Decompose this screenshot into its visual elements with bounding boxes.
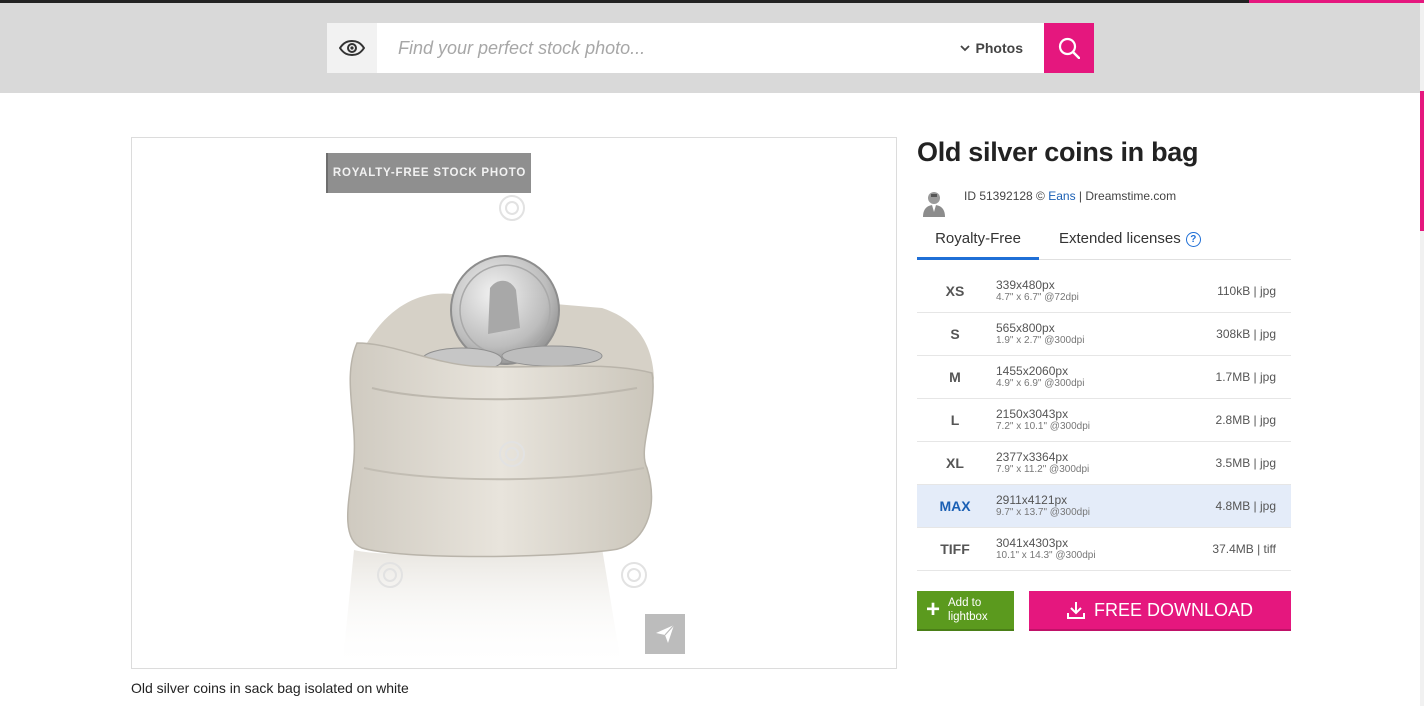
size-code: TIFF — [940, 541, 970, 557]
photo-preview[interactable]: ROYALTY-FREE STOCK PHOTO — [131, 137, 897, 669]
size-code: L — [950, 412, 960, 428]
size-pixels: 2150x3043px — [996, 407, 1069, 421]
site-name-text: | Dreamstime.com — [1075, 189, 1177, 203]
author-avatar-icon[interactable] — [921, 190, 947, 218]
author-link[interactable]: Eans — [1048, 189, 1075, 203]
add-to-lightbox-label-line2: lightbox — [948, 611, 988, 623]
size-print-dimensions: 7.2" x 10.1" @300dpi — [996, 421, 1090, 432]
search-input[interactable] — [377, 23, 960, 73]
size-file-info: 2.8MB | jpg — [1215, 413, 1276, 427]
search-button[interactable] — [1044, 23, 1094, 73]
search-type-dropdown[interactable]: Photos — [959, 23, 1044, 73]
search-type-label: Photos — [975, 40, 1023, 56]
download-icon — [1066, 602, 1085, 619]
photo-caption: Old silver coins in sack bag isolated on… — [131, 680, 409, 696]
scrollbar-thumb[interactable] — [1420, 91, 1424, 231]
tab-extended-licenses-label: Extended licenses — [1059, 230, 1181, 247]
site-header: Photos — [0, 3, 1424, 93]
size-print-dimensions: 4.7" x 6.7" @72dpi — [996, 292, 1079, 303]
share-button[interactable] — [645, 614, 685, 654]
plus-icon: + — [926, 596, 941, 623]
search-icon — [1058, 37, 1080, 59]
size-option-max[interactable]: MAX 2911x4121px 9.7" x 13.7" @300dpi 4.8… — [917, 485, 1291, 528]
tab-extended-licenses[interactable]: Extended licenses ? — [1059, 224, 1201, 260]
free-download-button[interactable]: FREE DOWNLOAD — [1029, 591, 1291, 631]
size-pixels: 565x800px — [996, 321, 1055, 335]
page-scrollbar[interactable] — [1420, 3, 1424, 706]
add-to-lightbox-label: Add to lightbox — [948, 596, 988, 624]
size-file-info: 3.5MB | jpg — [1215, 456, 1276, 470]
eye-icon — [339, 40, 365, 56]
size-print-dimensions: 10.1" x 14.3" @300dpi — [996, 550, 1096, 561]
size-option-xl[interactable]: XL 2377x3364px 7.9" x 11.2" @300dpi 3.5M… — [917, 442, 1291, 485]
size-code: XL — [946, 455, 964, 471]
size-pixels: 2911x4121px — [996, 493, 1068, 507]
size-code: XS — [945, 283, 965, 299]
image-id-line: ID 51392128 © Eans | Dreamstime.com — [964, 189, 1176, 203]
size-file-info: 37.4MB | tiff — [1212, 542, 1276, 556]
license-tabs: Royalty-Free Extended licenses ? — [917, 224, 1291, 260]
paper-plane-icon — [656, 624, 675, 643]
size-pixels: 1455x2060px — [996, 364, 1069, 378]
size-print-dimensions: 7.9" x 11.2" @300dpi — [996, 464, 1090, 475]
free-download-label: FREE DOWNLOAD — [1093, 599, 1253, 620]
size-code: MAX — [939, 498, 971, 514]
add-to-lightbox-button[interactable]: + Add to lightbox — [917, 591, 1014, 631]
size-code: M — [949, 369, 961, 385]
size-option-l[interactable]: L 2150x3043px 7.2" x 10.1" @300dpi 2.8MB… — [917, 399, 1291, 442]
image-id-text: ID 51392128 © — [964, 189, 1049, 203]
size-pixels: 3041x4303px — [996, 536, 1069, 550]
chevron-down-icon — [959, 44, 970, 51]
size-option-m[interactable]: M 1455x2060px 4.9" x 6.9" @300dpi 1.7MB … — [917, 356, 1291, 399]
size-pixels: 339x480px — [996, 278, 1055, 292]
size-print-dimensions: 4.9" x 6.9" @300dpi — [996, 378, 1085, 389]
size-code: S — [950, 326, 960, 342]
size-pixels: 2377x3364px — [996, 450, 1069, 464]
visual-search-button[interactable] — [327, 23, 377, 73]
search-bar: Photos — [327, 23, 1094, 73]
size-option-xs[interactable]: XS 339x480px 4.7" x 6.7" @72dpi 110kB | … — [917, 270, 1291, 313]
size-options-list: XS 339x480px 4.7" x 6.7" @72dpi 110kB | … — [917, 270, 1291, 571]
help-icon[interactable]: ? — [1185, 232, 1201, 247]
page-title: Old silver coins in bag — [917, 137, 1199, 167]
royalty-free-badge: ROYALTY-FREE STOCK PHOTO — [326, 153, 531, 193]
add-to-lightbox-label-line1: Add to — [948, 597, 982, 609]
size-print-dimensions: 9.7" x 13.7" @300dpi — [996, 507, 1090, 518]
tab-royalty-free-label: Royalty-Free — [935, 230, 1021, 247]
size-file-info: 1.7MB | jpg — [1215, 370, 1276, 384]
stock-photo-image — [342, 195, 654, 668]
size-file-info: 110kB | jpg — [1217, 284, 1276, 298]
size-file-info: 308kB | jpg — [1216, 327, 1276, 341]
size-option-tiff[interactable]: TIFF 3041x4303px 10.1" x 14.3" @300dpi 3… — [917, 528, 1291, 571]
size-print-dimensions: 1.9" x 2.7" @300dpi — [996, 335, 1085, 346]
size-file-info: 4.8MB | jpg — [1215, 499, 1276, 513]
tab-royalty-free[interactable]: Royalty-Free — [917, 224, 1039, 260]
size-option-s[interactable]: S 565x800px 1.9" x 2.7" @300dpi 308kB | … — [917, 313, 1291, 356]
